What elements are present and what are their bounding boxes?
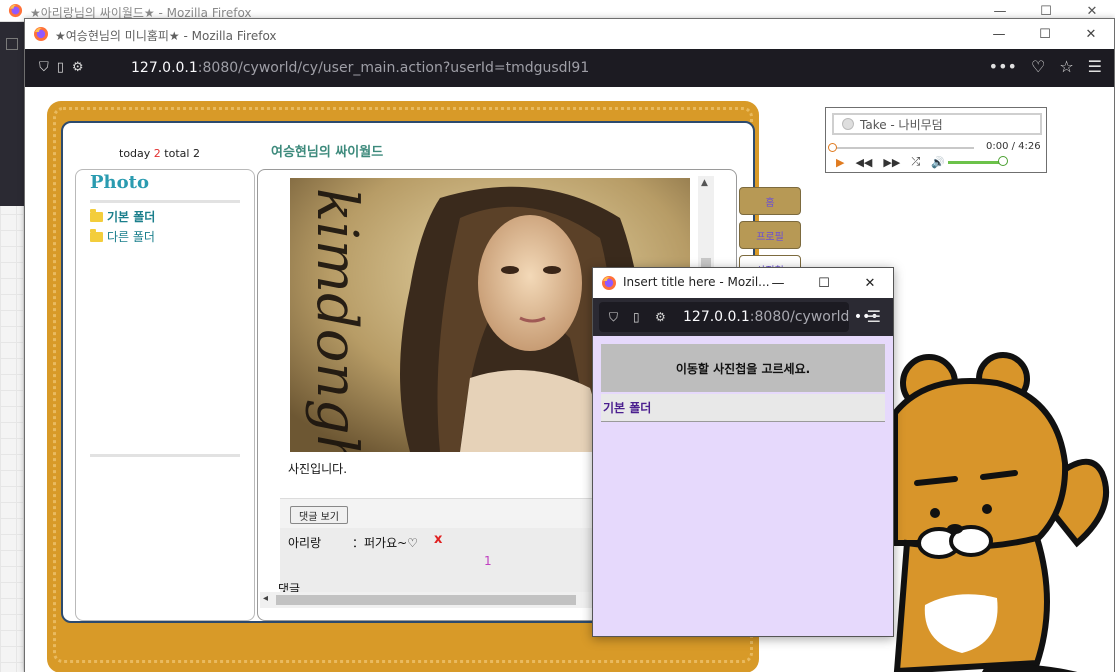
main-titlebar[interactable]: ★여승현님의 미니홈피★ - Mozilla Firefox — ☐ ✕ xyxy=(25,19,1114,49)
folder-icon xyxy=(90,228,103,242)
popup-title: Insert title here - Mozil... xyxy=(623,275,770,289)
today-count: 2 xyxy=(153,147,161,160)
comment-page-number[interactable]: 1 xyxy=(484,554,492,568)
permissions-icon[interactable]: ⚙ xyxy=(655,310,666,324)
tab-profile[interactable]: 프로필 xyxy=(739,221,801,249)
song-title: Take - 나비무덤 xyxy=(860,117,943,132)
shield-icon[interactable]: ⛉ xyxy=(39,60,49,76)
minimize-icon[interactable]: — xyxy=(755,268,801,298)
hamburger-menu-icon[interactable]: ☰ xyxy=(1088,57,1102,76)
comment-toolbar: 댓글 보기 xyxy=(280,498,620,528)
folder-label: 다른 폴더 xyxy=(107,230,155,244)
bookmark-star-icon[interactable]: ☆ xyxy=(1059,57,1073,76)
background-toolbar-strip xyxy=(0,22,24,206)
music-player: Take - 나비무덤 0:00 / 4:26 ▶ ◀◀ ▶▶ ⤮ 🔊 xyxy=(825,107,1047,173)
comment-list: 아리랑 ：퍼가요~♡ x 1 xyxy=(280,528,620,592)
today-label: today xyxy=(119,147,151,160)
close-icon[interactable]: ✕ xyxy=(1068,19,1114,49)
firefox-icon xyxy=(33,26,49,46)
play-icon[interactable]: ▶ xyxy=(836,156,844,169)
song-title-box: Take - 나비무덤 xyxy=(832,113,1042,135)
page-icon[interactable]: ▯ xyxy=(57,60,64,76)
hompy-title[interactable]: 여승현님의 싸이월드 xyxy=(271,141,383,160)
popup-instruction: 이동할 사진첩을 고르세요. xyxy=(601,344,885,392)
cd-icon xyxy=(842,118,854,130)
section-heading: Photo xyxy=(90,172,149,193)
vertical-scrollbar[interactable]: ▲ xyxy=(698,176,714,276)
popup-url-text: 127.0.0.1:8080/cyworld ••• xyxy=(683,309,879,325)
permissions-icon[interactable]: ⚙ xyxy=(72,60,84,76)
divider xyxy=(90,454,240,457)
page-icon[interactable]: ▯ xyxy=(633,310,640,324)
pocket-icon[interactable]: ♡ xyxy=(1031,57,1045,76)
photo-watermark-text: kimdonghee xyxy=(304,188,369,452)
scroll-up-icon[interactable]: ▲ xyxy=(701,178,708,188)
folder-item[interactable]: 기본 폴더 xyxy=(90,208,155,225)
progress-bar[interactable] xyxy=(828,143,974,152)
volume-knob[interactable] xyxy=(998,156,1008,166)
close-icon[interactable]: ✕ xyxy=(847,268,893,298)
url-field[interactable]: 127.0.0.1:8080/cyworld/cy/user_main.acti… xyxy=(131,60,589,76)
main-browser-window: ★여승현님의 미니홈피★ - Mozilla Firefox — ☐ ✕ ⛉ ▯… xyxy=(24,18,1115,672)
popup-folder-option[interactable]: 기본 폴더 xyxy=(601,394,885,422)
folder-select-popup-window: Insert title here - Mozil... — ☐ ✕ ⛉ ▯ ⚙… xyxy=(592,267,894,637)
firefox-icon xyxy=(601,275,617,295)
tab-icon xyxy=(6,38,18,50)
volume-bar[interactable] xyxy=(948,161,1004,164)
photo-caption: 사진입니다. xyxy=(288,462,348,476)
comment-text: ：퍼가요~♡ xyxy=(352,536,418,550)
maximize-icon[interactable]: ☐ xyxy=(1022,19,1068,49)
scroll-thumb[interactable] xyxy=(276,595,576,605)
horizontal-scrollbar[interactable]: ◂ xyxy=(260,592,620,608)
firefox-icon xyxy=(8,3,23,22)
folder-item[interactable]: 다른 폴더 xyxy=(90,228,155,245)
view-comments-button[interactable]: 댓글 보기 xyxy=(290,506,348,524)
volume-icon[interactable]: 🔊 xyxy=(931,156,945,169)
url-bar: ⛉ ▯ ⚙ 127.0.0.1:8080/cyworld/cy/user_mai… xyxy=(25,49,1114,87)
time-display: 0:00 / 4:26 xyxy=(986,141,1041,152)
url-host: 127.0.0.1 xyxy=(131,60,198,76)
previous-icon[interactable]: ◀◀ xyxy=(855,156,872,169)
left-panel: Photo 기본 폴더 다른 폴더 xyxy=(75,169,255,621)
comment-user[interactable]: 아리랑 xyxy=(288,534,321,551)
scroll-left-icon[interactable]: ◂ xyxy=(263,593,268,604)
divider xyxy=(90,200,240,203)
url-path: :8080/cyworld/cy/user_main.action?userId… xyxy=(197,60,590,76)
next-icon[interactable]: ▶▶ xyxy=(883,156,900,169)
folder-label: 기본 폴더 xyxy=(107,210,156,224)
popup-url-bar: ⛉ ▯ ⚙ 127.0.0.1:8080/cyworld ••• ☰ xyxy=(593,298,893,336)
ryan-character-image xyxy=(887,343,1114,672)
popup-url-host: 127.0.0.1 xyxy=(683,309,750,325)
main-window-title: ★여승현님의 미니홈피★ - Mozilla Firefox xyxy=(55,29,277,43)
minimize-icon[interactable]: — xyxy=(976,19,1022,49)
maximize-icon[interactable]: ☐ xyxy=(801,268,847,298)
folder-icon xyxy=(90,208,103,222)
shuffle-icon[interactable]: ⤮ xyxy=(911,155,920,169)
more-actions-icon[interactable]: ••• xyxy=(989,57,1017,76)
total-label: total xyxy=(164,147,190,160)
tab-home[interactable]: 홈 xyxy=(739,187,801,215)
popup-titlebar[interactable]: Insert title here - Mozil... — ☐ ✕ xyxy=(593,268,893,298)
page-content: today 2 total 2 여승현님의 싸이월드 Photo 기본 폴더 다… xyxy=(25,87,1114,672)
progress-knob[interactable] xyxy=(828,143,837,152)
shield-icon[interactable]: ⛉ xyxy=(609,310,618,325)
total-count: 2 xyxy=(192,147,200,160)
popup-url-field[interactable]: ⛉ ▯ ⚙ 127.0.0.1:8080/cyworld ••• xyxy=(599,302,879,332)
popup-url-path: :8080/cyworld xyxy=(749,309,850,325)
delete-comment-button[interactable]: x xyxy=(434,532,442,547)
hamburger-menu-icon[interactable]: ☰ xyxy=(867,307,881,326)
visitor-counter: today 2 total 2 xyxy=(119,147,200,160)
